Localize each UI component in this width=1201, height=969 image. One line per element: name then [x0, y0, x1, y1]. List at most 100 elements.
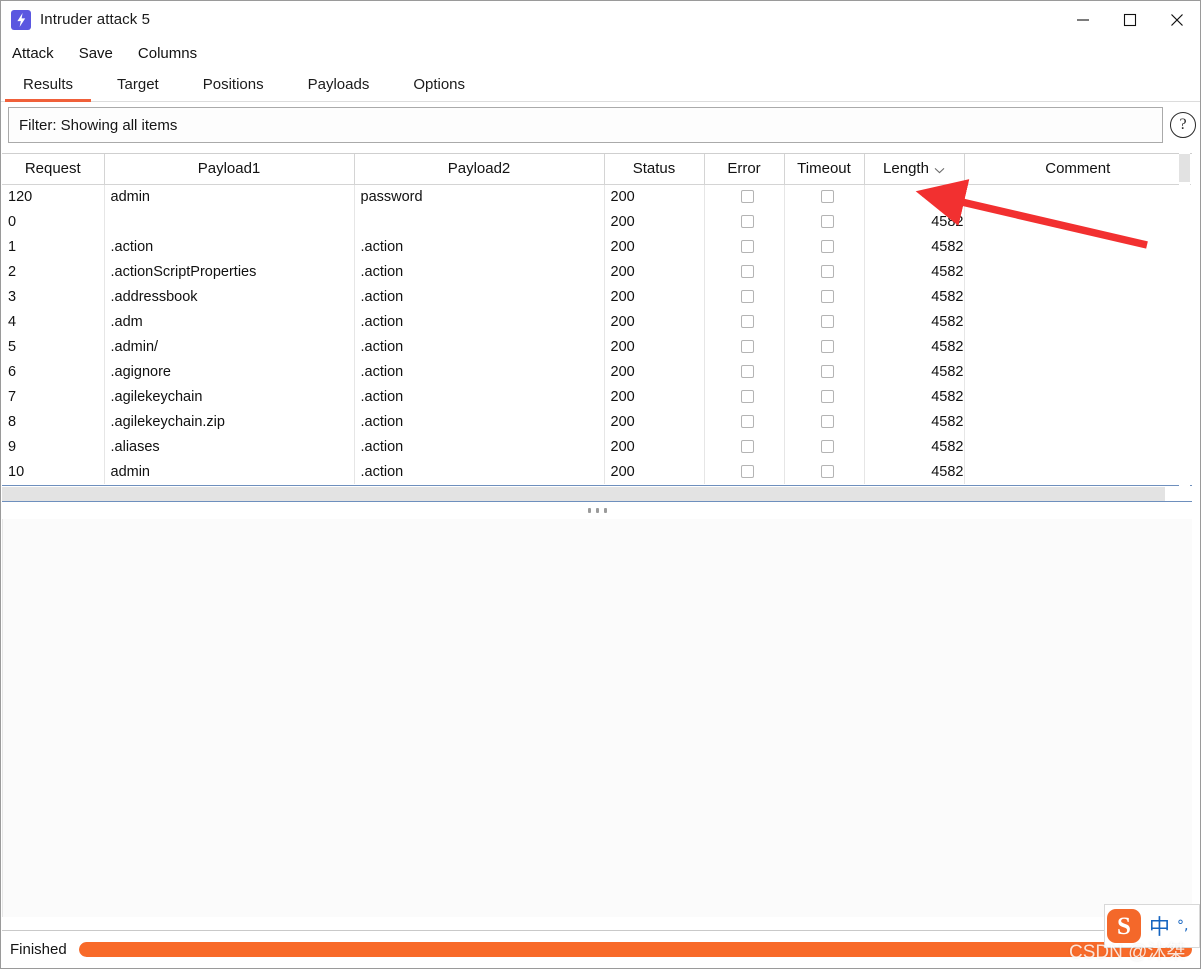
- cell-timeout-checkbox[interactable]: [784, 459, 865, 484]
- cell-status: 200: [604, 184, 705, 209]
- cell-timeout-checkbox[interactable]: [784, 434, 865, 459]
- tab-positions[interactable]: Positions: [181, 77, 286, 101]
- checkbox-icon[interactable]: [820, 240, 834, 253]
- checkbox-icon[interactable]: [740, 240, 754, 253]
- results-horizontal-scrollbar[interactable]: [2, 487, 1192, 501]
- cell-timeout-checkbox[interactable]: [784, 334, 865, 359]
- menu-item-save[interactable]: Save: [79, 43, 123, 64]
- checkbox-icon[interactable]: [820, 315, 834, 328]
- chevron-down-icon: [934, 161, 945, 178]
- cell-timeout-checkbox[interactable]: [784, 409, 865, 434]
- checkbox-icon[interactable]: [740, 315, 754, 328]
- cell-timeout-checkbox[interactable]: [784, 359, 865, 384]
- results-vertical-scrollbar-thumb[interactable]: [1179, 154, 1190, 182]
- cell-error-checkbox[interactable]: [704, 234, 785, 259]
- filter-bar[interactable]: Filter: Showing all items: [8, 107, 1163, 143]
- column-header-error[interactable]: Error: [704, 154, 785, 185]
- cell-length: 4582: [864, 384, 965, 409]
- table-row[interactable]: 8 .agilekeychain.zip .action 200 4582: [2, 409, 1191, 434]
- table-row[interactable]: 4 .adm .action 200 4582: [2, 309, 1191, 334]
- cell-error-checkbox[interactable]: [704, 409, 785, 434]
- cell-error-checkbox[interactable]: [704, 184, 785, 209]
- tab-payloads[interactable]: Payloads: [286, 77, 392, 101]
- checkbox-icon[interactable]: [820, 440, 834, 453]
- status-bar: Finished: [2, 930, 1200, 968]
- results-horizontal-scrollbar-thumb[interactable]: [2, 487, 1165, 501]
- checkbox-icon[interactable]: [820, 290, 834, 303]
- cell-error-checkbox[interactable]: [704, 209, 785, 234]
- checkbox-icon[interactable]: [740, 440, 754, 453]
- cell-comment: [964, 434, 1191, 459]
- cell-error-checkbox[interactable]: [704, 284, 785, 309]
- tab-results[interactable]: Results: [1, 77, 95, 102]
- table-row[interactable]: 10 admin .action 200 4582: [2, 459, 1191, 484]
- cell-comment: [964, 184, 1191, 209]
- checkbox-icon[interactable]: [820, 340, 834, 353]
- checkbox-icon[interactable]: [820, 415, 834, 428]
- pane-splitter[interactable]: [2, 501, 1192, 519]
- checkbox-icon[interactable]: [740, 215, 754, 228]
- cell-error-checkbox[interactable]: [704, 359, 785, 384]
- cell-timeout-checkbox[interactable]: [784, 184, 865, 209]
- window-title: Intruder attack 5: [40, 11, 151, 28]
- minimize-icon[interactable]: [1059, 1, 1106, 38]
- checkbox-icon[interactable]: [820, 465, 834, 478]
- menu-item-columns[interactable]: Columns: [138, 43, 207, 64]
- checkbox-icon[interactable]: [820, 215, 834, 228]
- column-header-status[interactable]: Status: [604, 154, 705, 185]
- column-header-request[interactable]: Request: [2, 154, 105, 185]
- table-row[interactable]: 1 .action .action 200 4582: [2, 234, 1191, 259]
- column-header-length[interactable]: Length: [864, 154, 965, 185]
- cell-timeout-checkbox[interactable]: [784, 284, 865, 309]
- checkbox-icon[interactable]: [820, 365, 834, 378]
- checkbox-icon[interactable]: [740, 415, 754, 428]
- checkbox-icon[interactable]: [820, 390, 834, 403]
- tab-target[interactable]: Target: [95, 77, 181, 101]
- table-row[interactable]: 9 .aliases .action 200 4582: [2, 434, 1191, 459]
- cell-timeout-checkbox[interactable]: [784, 209, 865, 234]
- checkbox-icon[interactable]: [740, 365, 754, 378]
- table-row[interactable]: 3 .addressbook .action 200 4582: [2, 284, 1191, 309]
- table-row[interactable]: 5 .admin/.action 200 4582: [2, 334, 1191, 359]
- cell-status: 200: [604, 359, 705, 384]
- sogou-ime-widget[interactable]: S 中 °,: [1104, 904, 1200, 948]
- column-header-timeout[interactable]: Timeout: [784, 154, 865, 185]
- checkbox-icon[interactable]: [740, 390, 754, 403]
- table-row[interactable]: 0 200 4582: [2, 209, 1191, 234]
- checkbox-icon[interactable]: [820, 265, 834, 278]
- cell-timeout-checkbox[interactable]: [784, 309, 865, 334]
- cell-timeout-checkbox[interactable]: [784, 259, 865, 284]
- maximize-icon[interactable]: [1106, 1, 1153, 38]
- cell-error-checkbox[interactable]: [704, 384, 785, 409]
- help-icon[interactable]: ?: [1170, 112, 1196, 138]
- checkbox-icon[interactable]: [820, 190, 834, 204]
- checkbox-icon[interactable]: [740, 290, 754, 303]
- table-row[interactable]: 2 .actionScriptProperties .action 200 4582: [2, 259, 1191, 284]
- cell-timeout-checkbox[interactable]: [784, 384, 865, 409]
- tab-options[interactable]: Options: [391, 77, 487, 101]
- column-header-comment[interactable]: Comment: [964, 154, 1191, 185]
- cell-error-checkbox[interactable]: [704, 334, 785, 359]
- cell-error-checkbox[interactable]: [704, 259, 785, 284]
- cell-status: 200: [604, 309, 705, 334]
- menu-item-attack[interactable]: Attack: [12, 43, 64, 64]
- table-row[interactable]: 6 .agignore .action 200 4582: [2, 359, 1191, 384]
- cell-error-checkbox[interactable]: [704, 434, 785, 459]
- checkbox-icon[interactable]: [740, 265, 754, 278]
- checkbox-icon[interactable]: [740, 340, 754, 353]
- column-header-payload2[interactable]: Payload2: [354, 154, 605, 185]
- cell-error-checkbox[interactable]: [704, 459, 785, 484]
- table-row[interactable]: 7 .agilekeychain .action 200 4582: [2, 384, 1191, 409]
- results-vertical-scrollbar[interactable]: [1179, 153, 1190, 486]
- cell-timeout-checkbox[interactable]: [784, 234, 865, 259]
- sogou-logo-icon[interactable]: S: [1107, 909, 1141, 943]
- table-row[interactable]: 120 admin password 200 4632: [2, 184, 1191, 209]
- ime-punctuation-mode[interactable]: °,: [1177, 918, 1188, 934]
- cell-error-checkbox[interactable]: [704, 309, 785, 334]
- close-icon[interactable]: [1153, 1, 1200, 38]
- results-table-header-row: Request Payload1 Payload2 Status Error T…: [2, 154, 1191, 185]
- column-header-payload1[interactable]: Payload1: [104, 154, 355, 185]
- checkbox-icon[interactable]: [740, 190, 754, 204]
- ime-mode-chinese[interactable]: 中: [1149, 911, 1170, 941]
- checkbox-icon[interactable]: [740, 465, 754, 478]
